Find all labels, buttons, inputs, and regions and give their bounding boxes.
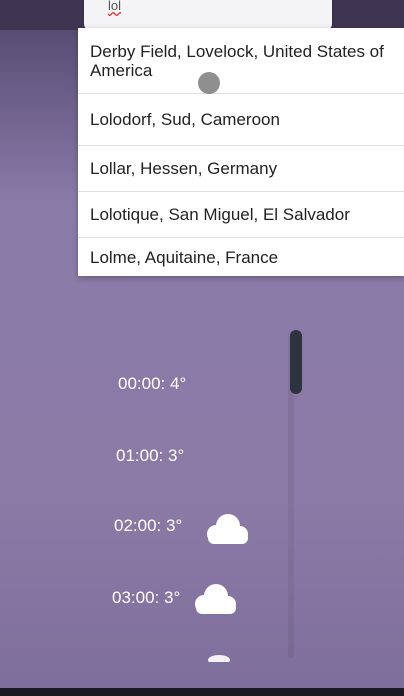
cloud-icon [195, 584, 236, 614]
suggestion-item[interactable]: Lolme, Aquitaine, France [78, 238, 404, 276]
suggestion-label: Derby Field, Lovelock, United States of … [90, 41, 384, 80]
moon-icon [213, 446, 223, 466]
location-suggestions-dropdown: Derby Field, Lovelock, United States of … [78, 28, 404, 276]
hour-forecast-label: 02:00: 3° [114, 516, 183, 535]
touch-indicator [198, 72, 220, 94]
hour-forecast-label: 03:00: 3° [112, 588, 181, 607]
suggestion-label: Lolotique, San Miguel, El Salvador [90, 205, 350, 224]
moon-icon [217, 374, 227, 394]
suggestion-item[interactable]: Lolotique, San Miguel, El Salvador [78, 192, 404, 238]
cloud-icon [208, 655, 230, 662]
suggestion-item[interactable]: Lolodorf, Sud, Cameroon [78, 94, 404, 146]
hour-forecast-label: 00:00: 4° [118, 374, 187, 393]
scrollbar-thumb[interactable] [290, 330, 302, 394]
suggestion-label: Lollar, Hessen, Germany [90, 159, 278, 178]
suggestion-item[interactable]: Lollar, Hessen, Germany [78, 146, 404, 192]
suggestion-label: Lolme, Aquitaine, France [90, 247, 279, 267]
moon-cloud-icon [197, 496, 248, 544]
search-query-text: lol [108, 0, 122, 13]
hour-forecast-label: 01:00: 3° [116, 446, 185, 465]
suggestion-item[interactable]: Derby Field, Lovelock, United States of … [78, 28, 404, 94]
bottom-bezel [0, 688, 404, 696]
search-input[interactable]: lol [84, 0, 332, 30]
suggestion-label: Lolodorf, Sud, Cameroon [90, 110, 280, 129]
